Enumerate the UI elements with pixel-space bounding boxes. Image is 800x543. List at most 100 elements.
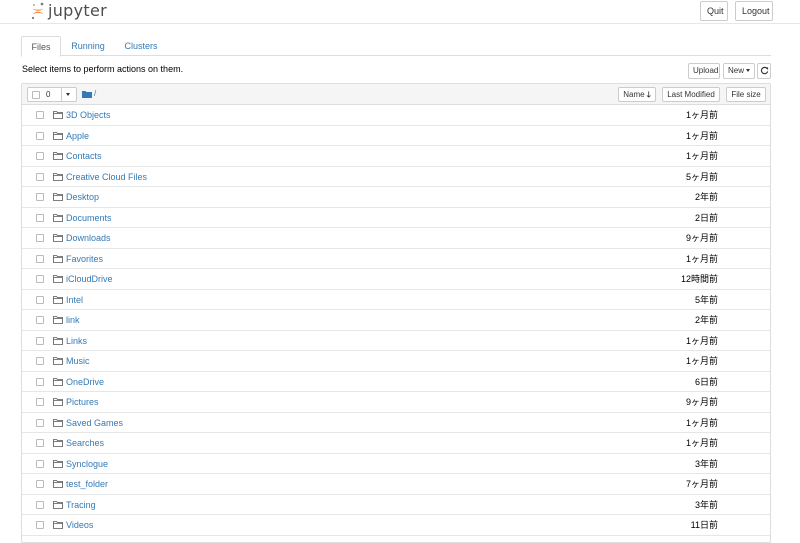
item-checkbox[interactable] <box>36 480 44 488</box>
list-item[interactable]: OneDrive 6日前 <box>22 372 770 392</box>
list-item[interactable]: Videos 11日前 <box>22 515 770 536</box>
item-checkbox[interactable] <box>36 418 44 427</box>
item-name-link[interactable]: test_folder <box>66 474 108 494</box>
item-last-modified: 5年前 <box>694 294 718 305</box>
tab-running[interactable]: Running <box>67 36 109 56</box>
item-last-modified: 1ヶ月前 <box>685 151 718 161</box>
item-name-link[interactable]: Pictures <box>66 392 99 412</box>
list-item[interactable]: iCloudDrive 12時間前 <box>22 269 770 290</box>
instructions-text: Select items to perform actions on them. <box>22 64 184 74</box>
item-name-link[interactable]: 3D Objects <box>66 105 111 125</box>
list-item[interactable]: Saved Games 1ヶ月前 <box>22 413 770 433</box>
item-name-link[interactable]: Saved Games <box>66 413 123 433</box>
list-item[interactable]: 3D Objects 1ヶ月前 <box>22 105 770 126</box>
item-last-modified: 2日前 <box>694 212 718 223</box>
item-checkbox[interactable] <box>36 398 44 406</box>
tab-files[interactable]: Files <box>21 36 61 57</box>
list-item[interactable]: test_folder 7ヶ月前 <box>22 474 770 495</box>
list-item[interactable]: Intel 5年前 <box>22 290 770 310</box>
item-name-link[interactable]: Videos <box>66 515 93 535</box>
tab-clusters[interactable]: Clusters <box>121 36 161 56</box>
list-item[interactable]: Pictures 9ヶ月前 <box>22 392 770 413</box>
item-name-link[interactable]: Documents <box>66 208 112 228</box>
item-checkbox[interactable] <box>36 295 44 304</box>
new-button[interactable]: New <box>723 63 755 79</box>
list-item[interactable]: Documents 2日前 <box>22 208 770 228</box>
list-item[interactable]: Music 1ヶ月前 <box>22 351 770 372</box>
selected-count: 0 <box>46 90 51 99</box>
list-item[interactable]: Tracing 3年前 <box>22 495 770 515</box>
select-all-checkbox[interactable] <box>32 91 40 99</box>
upload-button[interactable]: Upload <box>688 63 720 79</box>
sort-by-name-button[interactable]: Name 🡓 <box>618 87 656 102</box>
item-name-link[interactable]: Intel <box>66 290 83 310</box>
list-item[interactable]: Synclogue 3年前 <box>22 454 770 474</box>
list-item[interactable]: Links 1ヶ月前 <box>22 331 770 351</box>
item-checkbox[interactable] <box>36 254 44 263</box>
item-last-modified: 1ヶ月前 <box>685 356 718 366</box>
select-dropdown-toggle[interactable] <box>61 88 76 101</box>
item-last-modified: 12時間前 <box>680 274 718 284</box>
item-checkbox[interactable] <box>36 521 44 529</box>
item-name-link[interactable]: link <box>66 310 80 330</box>
sort-by-file-size-button[interactable]: File size <box>726 87 766 102</box>
item-last-modified: 9ヶ月前 <box>685 397 718 407</box>
item-name-link[interactable]: iCloudDrive <box>66 269 113 289</box>
item-name-link[interactable]: Apple <box>66 126 89 146</box>
item-name-link[interactable]: Desktop <box>66 187 99 207</box>
quit-button[interactable]: Quit <box>700 1 728 21</box>
item-name-link[interactable]: Tracing <box>66 495 96 515</box>
folder-icon[interactable] <box>82 90 92 98</box>
item-last-modified: 1ヶ月前 <box>685 417 718 428</box>
item-last-modified: 1ヶ月前 <box>685 335 718 346</box>
item-checkbox[interactable] <box>36 111 44 119</box>
item-checkbox[interactable] <box>36 316 44 324</box>
item-name-link[interactable]: Synclogue <box>66 454 108 474</box>
folder-icon <box>53 275 63 283</box>
item-checkbox[interactable] <box>36 131 44 140</box>
list-item[interactable]: Downloads 9ヶ月前 <box>22 228 770 249</box>
item-name-link[interactable]: Searches <box>66 433 104 453</box>
select-all-control[interactable]: 0 <box>27 87 77 102</box>
item-name-link[interactable]: Favorites <box>66 249 103 269</box>
item-checkbox[interactable] <box>36 275 44 283</box>
item-checkbox[interactable] <box>36 234 44 242</box>
list-item[interactable]: Searches 1ヶ月前 <box>22 433 770 454</box>
list-item[interactable]: Creative Cloud Files 5ヶ月前 <box>22 167 770 187</box>
item-name-link[interactable]: Contacts <box>66 146 102 166</box>
jupyter-logo[interactable]: jupyter <box>31 1 107 21</box>
file-list-header: 0 / Name 🡓 Last Modified File size <box>22 84 770 105</box>
list-item[interactable]: Contacts 1ヶ月前 <box>22 146 770 167</box>
item-name-link[interactable]: OneDrive <box>66 372 104 392</box>
list-item[interactable]: Favorites 1ヶ月前 <box>22 249 770 269</box>
item-last-modified: 2年前 <box>694 315 718 325</box>
item-checkbox[interactable] <box>36 357 44 365</box>
item-checkbox[interactable] <box>36 152 44 160</box>
item-name-link[interactable]: Downloads <box>66 228 111 248</box>
item-checkbox[interactable] <box>36 439 44 447</box>
item-last-modified: 2年前 <box>694 192 718 202</box>
item-checkbox[interactable] <box>36 213 44 222</box>
item-name-link[interactable]: Creative Cloud Files <box>66 167 147 187</box>
list-item[interactable]: Desktop 2年前 <box>22 187 770 208</box>
item-checkbox[interactable] <box>36 193 44 201</box>
folder-icon <box>53 377 63 386</box>
item-last-modified: 1ヶ月前 <box>685 110 718 120</box>
item-checkbox[interactable] <box>36 459 44 468</box>
breadcrumb-root[interactable]: / <box>94 89 96 98</box>
list-item[interactable]: Apple 1ヶ月前 <box>22 126 770 146</box>
logout-button[interactable]: Logout <box>735 1 773 21</box>
arrow-down-icon: 🡓 <box>646 90 651 99</box>
item-checkbox[interactable] <box>36 172 44 181</box>
item-checkbox[interactable] <box>36 377 44 386</box>
list-item[interactable]: link 2年前 <box>22 310 770 331</box>
item-name-link[interactable]: Links <box>66 331 87 351</box>
sort-by-last-modified-button[interactable]: Last Modified <box>662 87 720 102</box>
item-last-modified: 1ヶ月前 <box>685 253 718 264</box>
item-checkbox[interactable] <box>36 336 44 345</box>
item-name-link[interactable]: Music <box>66 351 90 371</box>
refresh-button[interactable] <box>757 63 771 79</box>
folder-icon <box>53 418 63 427</box>
folder-icon <box>53 439 63 447</box>
item-checkbox[interactable] <box>36 500 44 509</box>
